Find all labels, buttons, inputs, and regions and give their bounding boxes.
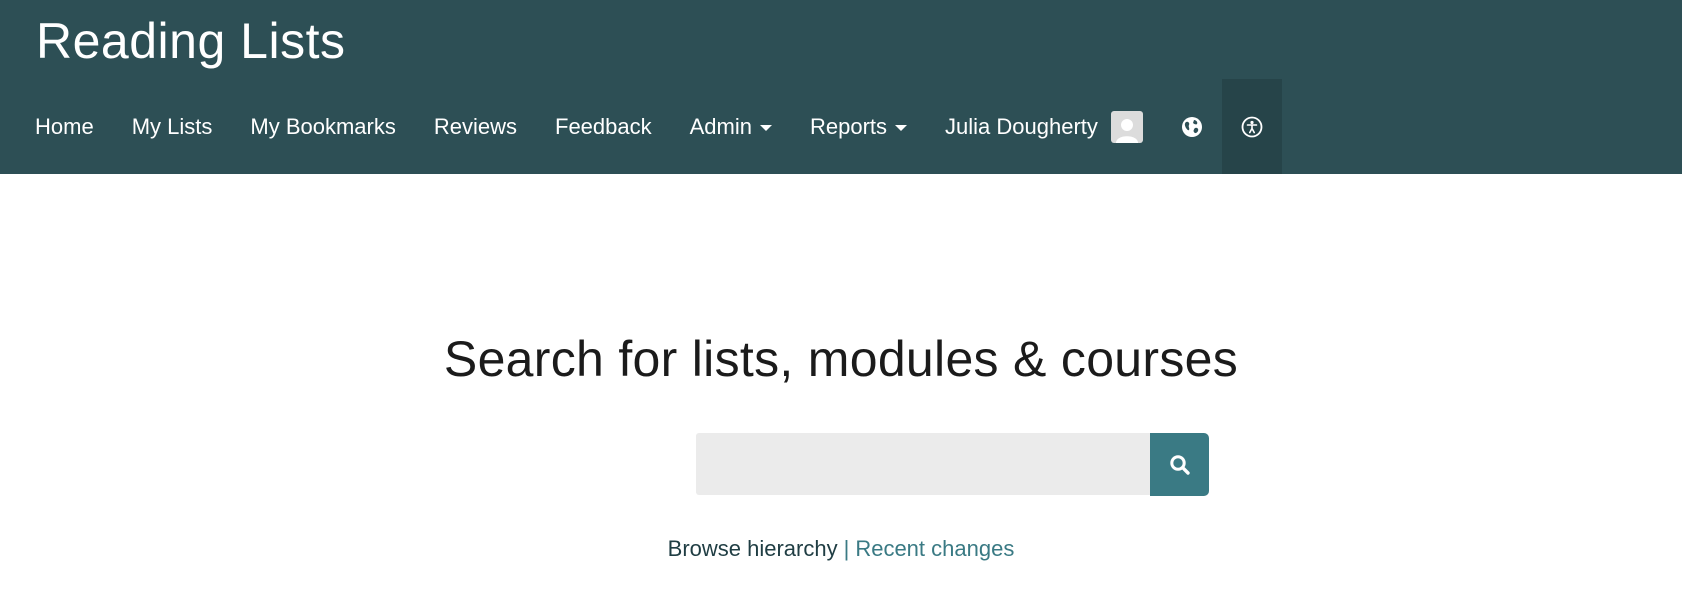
search-input[interactable]: [696, 433, 1150, 495]
accessibility-button[interactable]: [1221, 79, 1282, 174]
app-title: Reading Lists: [36, 13, 346, 69]
search-icon: [1169, 454, 1190, 475]
search-form: [696, 433, 1209, 496]
main-nav: Home My Lists My Bookmarks Reviews Feedb…: [0, 79, 1282, 174]
link-separator: |: [843, 536, 850, 561]
nav-feedback[interactable]: Feedback: [536, 79, 671, 174]
recent-changes-link[interactable]: Recent changes: [855, 536, 1014, 561]
nav-my-bookmarks[interactable]: My Bookmarks: [231, 79, 414, 174]
caret-down-icon: [895, 124, 908, 131]
accessibility-icon: [1241, 116, 1263, 137]
globe-icon: [1181, 116, 1202, 137]
browse-hierarchy-link[interactable]: Browse hierarchy: [668, 536, 838, 561]
nav-my-lists[interactable]: My Lists: [113, 79, 232, 174]
main-content: Search for lists, modules & courses Brow…: [0, 174, 1682, 592]
language-button[interactable]: [1162, 79, 1222, 174]
search-button[interactable]: [1150, 433, 1209, 496]
search-links: Browse hierarchy | Recent changes: [0, 536, 1682, 562]
caret-down-icon: [759, 124, 772, 131]
nav-reports-label: Reports: [809, 113, 888, 139]
avatar-icon: [1110, 110, 1143, 143]
nav-home[interactable]: Home: [0, 79, 113, 174]
user-name: Julia Dougherty: [945, 113, 1098, 139]
nav-reports-dropdown[interactable]: Reports: [791, 79, 926, 174]
nav-user-menu[interactable]: Julia Dougherty: [926, 79, 1162, 174]
page-title: Search for lists, modules & courses: [443, 331, 1239, 387]
nav-admin-label: Admin: [689, 113, 752, 139]
nav-reviews[interactable]: Reviews: [415, 79, 536, 174]
nav-admin-dropdown[interactable]: Admin: [671, 79, 791, 174]
site-header: Reading Lists Home My Lists My Bookmarks…: [0, 0, 1682, 174]
